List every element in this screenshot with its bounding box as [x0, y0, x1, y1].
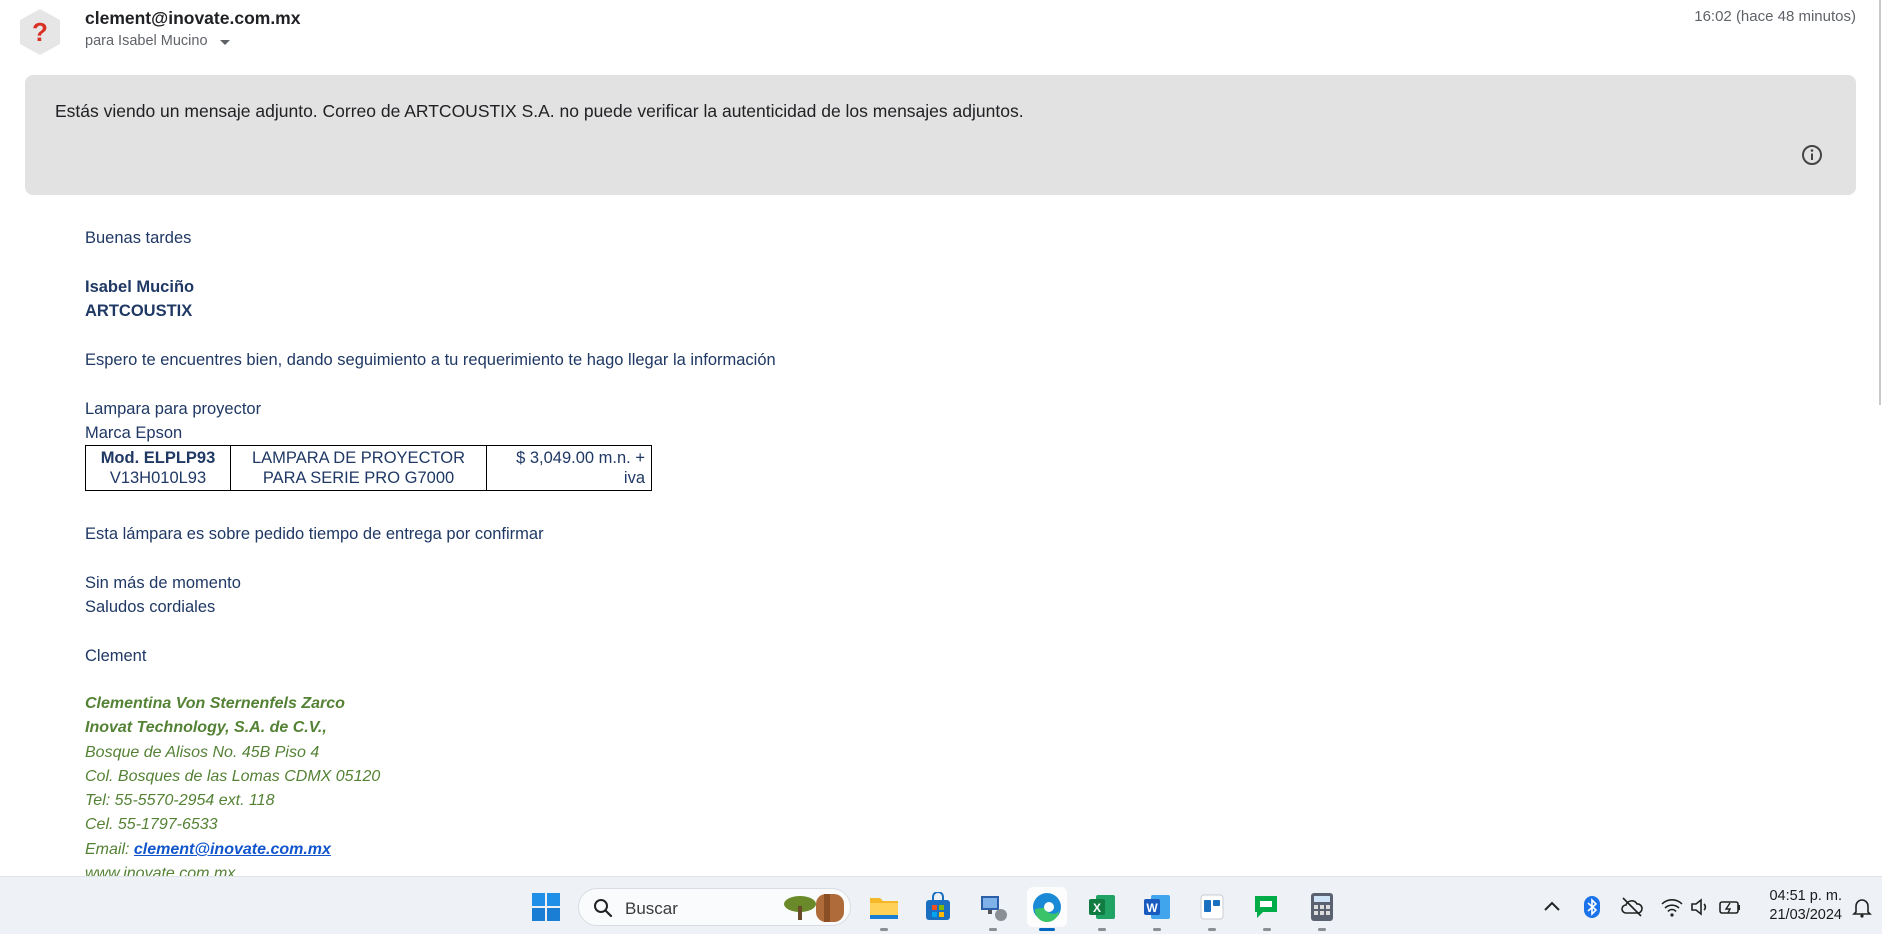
- signature-web[interactable]: www.inovate.com.mx: [85, 864, 235, 876]
- battery-charging-icon[interactable]: [1718, 895, 1742, 919]
- microsoft-store-icon[interactable]: [918, 887, 958, 927]
- description-cell: LAMPARA DE PROYECTOR PARA SERIE PRO G700…: [230, 445, 487, 491]
- excel-icon[interactable]: X: [1082, 887, 1122, 931]
- network-app-icon[interactable]: [973, 887, 1013, 931]
- email-view: ? clement@inovate.com.mx para Isabel Muc…: [0, 0, 1882, 876]
- banner-text: Estás viendo un mensaje adjunto. Correo …: [55, 101, 1024, 121]
- search-icon: [594, 899, 613, 918]
- scrollbar[interactable]: [1878, 0, 1882, 876]
- product-line-1: Lampara para proyector: [85, 400, 262, 418]
- wifi-icon[interactable]: [1660, 895, 1684, 919]
- price-line-1: $ 3,049.00 m.n. +: [516, 449, 645, 467]
- intro-paragraph: Espero te encuentres bien, dando seguimi…: [85, 351, 776, 369]
- clock-date: 21/03/2024: [1769, 907, 1842, 923]
- delivery-note: Esta lámpara es sobre pedido tiempo de e…: [85, 525, 544, 543]
- active-app-indicator: [1039, 928, 1055, 931]
- running-indicator: [1263, 928, 1271, 931]
- running-indicator: [880, 928, 888, 931]
- closing-line-2: Saludos cordiales: [85, 598, 216, 616]
- sign-name: Clement: [85, 647, 147, 665]
- running-indicator: [989, 928, 997, 931]
- taskbar-clock[interactable]: 04:51 p. m. 21/03/2024: [1769, 887, 1842, 925]
- bluetooth-icon[interactable]: [1580, 895, 1604, 919]
- model-cell: Mod. ELPLP93 V13H010L93: [85, 445, 231, 491]
- description-line-1: LAMPARA DE PROYECTOR: [251, 449, 466, 467]
- running-indicator: [1318, 928, 1326, 931]
- signature-email-link[interactable]: clement@inovate.com.mx: [134, 841, 331, 858]
- calculator-icon[interactable]: [1302, 887, 1342, 931]
- search-highlight-tree-icon: [784, 894, 844, 922]
- signature-tel: Tel: 55-5570-2954 ext. 118: [85, 792, 275, 809]
- running-indicator: [1153, 928, 1161, 931]
- product-table: Mod. ELPLP93 V13H010L93 LAMPARA DE PROYE…: [85, 445, 652, 491]
- signature-company: Inovat Technology, S.A. de C.V.,: [85, 719, 327, 736]
- recipient-label: para Isabel Mucino: [85, 33, 208, 49]
- chevron-down-icon[interactable]: [219, 39, 230, 45]
- signature-cel: Cel. 55-1797-6533: [85, 816, 218, 833]
- word-icon[interactable]: W: [1137, 887, 1177, 931]
- windows-start-icon[interactable]: [531, 892, 561, 922]
- running-indicator: [1098, 928, 1106, 931]
- file-explorer-icon[interactable]: [864, 887, 904, 931]
- taskbar: Buscar X W 04:51 p. m. 21/03/2024: [0, 876, 1882, 934]
- todo-app-icon[interactable]: [1192, 887, 1232, 931]
- running-indicator: [1208, 928, 1216, 931]
- sender-avatar[interactable]: ?: [16, 8, 64, 56]
- search-label: Buscar: [625, 899, 678, 918]
- signature-address-1: Bosque de Alisos No. 45B Piso 4: [85, 744, 320, 761]
- closing-line-1: Sin más de momento: [85, 574, 241, 592]
- message-timestamp: 16:02 (hace 48 minutos): [1694, 8, 1856, 25]
- product-line-2: Marca Epson: [85, 424, 183, 442]
- recipient-details-toggle[interactable]: para Isabel Mucino: [85, 33, 230, 49]
- price-cell: $ 3,049.00 m.n. + iva: [486, 445, 652, 491]
- sender-email: clement@inovate.com.mx: [85, 8, 301, 28]
- notification-bell-icon[interactable]: [1850, 895, 1874, 919]
- price-line-2: iva: [623, 469, 645, 487]
- description-line-2: PARA SERIE PRO G7000: [262, 469, 455, 487]
- taskbar-search[interactable]: Buscar: [578, 888, 851, 926]
- addressee-company: ARTCOUSTIX: [85, 302, 193, 320]
- svg-text:?: ?: [32, 17, 48, 47]
- chevron-up-icon[interactable]: [1540, 895, 1564, 919]
- greeting: Buenas tardes: [85, 229, 192, 247]
- signature-name: Clementina Von Sternenfels Zarco: [85, 695, 345, 712]
- model-label: Mod. ELPLP93: [100, 449, 216, 467]
- addressee-name: Isabel Muciño: [85, 278, 195, 296]
- model-code: V13H010L93: [109, 469, 207, 487]
- svg-text:X: X: [1093, 901, 1101, 915]
- scrollbar-thumb[interactable]: [1879, 0, 1881, 405]
- google-chat-icon[interactable]: [1247, 887, 1287, 931]
- cloud-offline-icon[interactable]: [1620, 895, 1644, 919]
- signature-email-label: Email:: [85, 841, 134, 858]
- info-icon[interactable]: [1800, 143, 1824, 167]
- clock-time: 04:51 p. m.: [1769, 888, 1842, 904]
- signature-address-2: Col. Bosques de las Lomas CDMX 05120: [85, 768, 381, 785]
- edge-browser-icon[interactable]: [1027, 887, 1067, 931]
- attachment-warning-banner: Estás viendo un mensaje adjunto. Correo …: [25, 75, 1856, 195]
- volume-icon[interactable]: [1689, 895, 1713, 919]
- signature-email-line: Email: clement@inovate.com.mx: [85, 840, 331, 860]
- table-row: Mod. ELPLP93 V13H010L93 LAMPARA DE PROYE…: [85, 445, 652, 491]
- svg-text:W: W: [1146, 901, 1158, 915]
